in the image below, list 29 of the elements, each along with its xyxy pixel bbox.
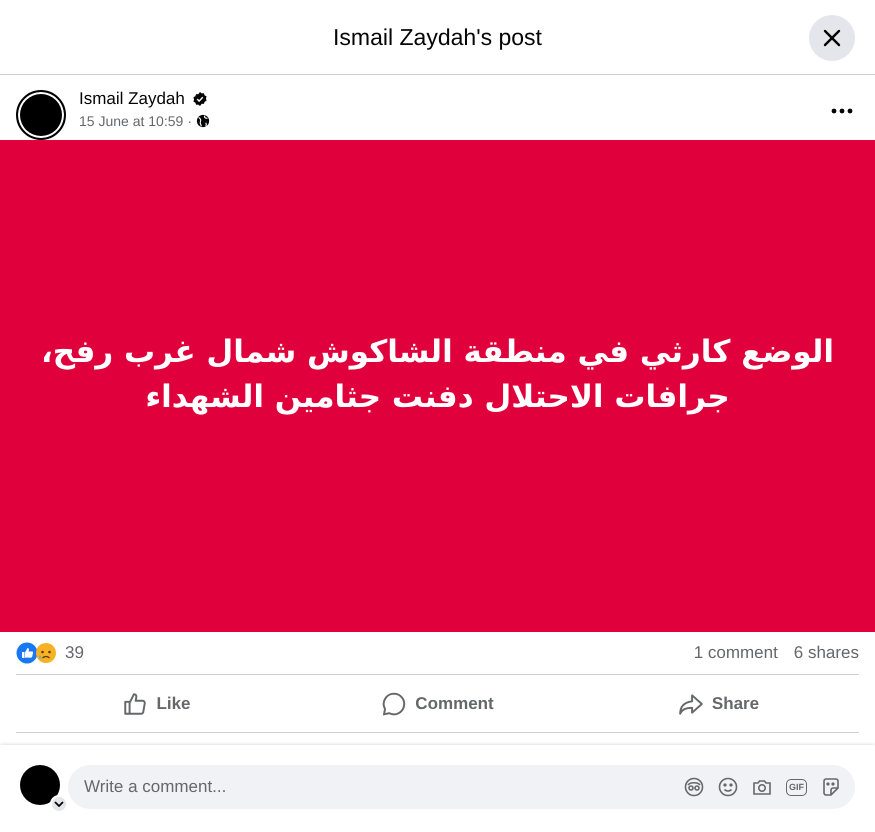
speech-bubble-icon [381, 690, 408, 716]
profile-switch-button[interactable] [50, 795, 68, 813]
globe-icon [196, 114, 210, 128]
emoji-icon[interactable] [718, 777, 738, 797]
sad-reaction-icon [35, 642, 57, 664]
avatar[interactable] [16, 90, 66, 140]
like-reaction-icon [16, 642, 38, 664]
chevron-down-icon [54, 801, 64, 807]
reaction-count[interactable]: 39 [65, 643, 84, 663]
comment-field[interactable]: Write a comment... GIF [68, 765, 855, 809]
post-time[interactable]: 15 June at 10:59 [79, 113, 184, 129]
share-count[interactable]: 6 shares [794, 643, 859, 663]
close-icon [822, 28, 842, 48]
camera-icon[interactable] [752, 777, 772, 797]
image-text: الوضع كارثي في منطقة الشاكوش شمال غرب رفح، جرافات الاحتلال دفنت جثامين الشهداء [40, 333, 836, 417]
comment-count[interactable]: 1 comment [694, 643, 778, 663]
separator: · [187, 113, 192, 129]
sticker-icon[interactable] [821, 777, 841, 797]
author-name[interactable]: Ismail Zaydah [79, 89, 185, 109]
avatar-sticker-icon[interactable] [684, 777, 704, 797]
avatar[interactable] [20, 765, 60, 805]
comment-button[interactable]: Comment [297, 675, 578, 732]
share-button[interactable]: Share [578, 675, 859, 732]
thumbs-up-icon [122, 690, 148, 716]
dialog-title: Ismail Zaydah's post [333, 24, 542, 50]
gif-button[interactable]: GIF [786, 778, 807, 796]
more-icon [831, 108, 853, 114]
close-button[interactable] [809, 15, 855, 61]
like-button[interactable]: Like [16, 675, 297, 732]
